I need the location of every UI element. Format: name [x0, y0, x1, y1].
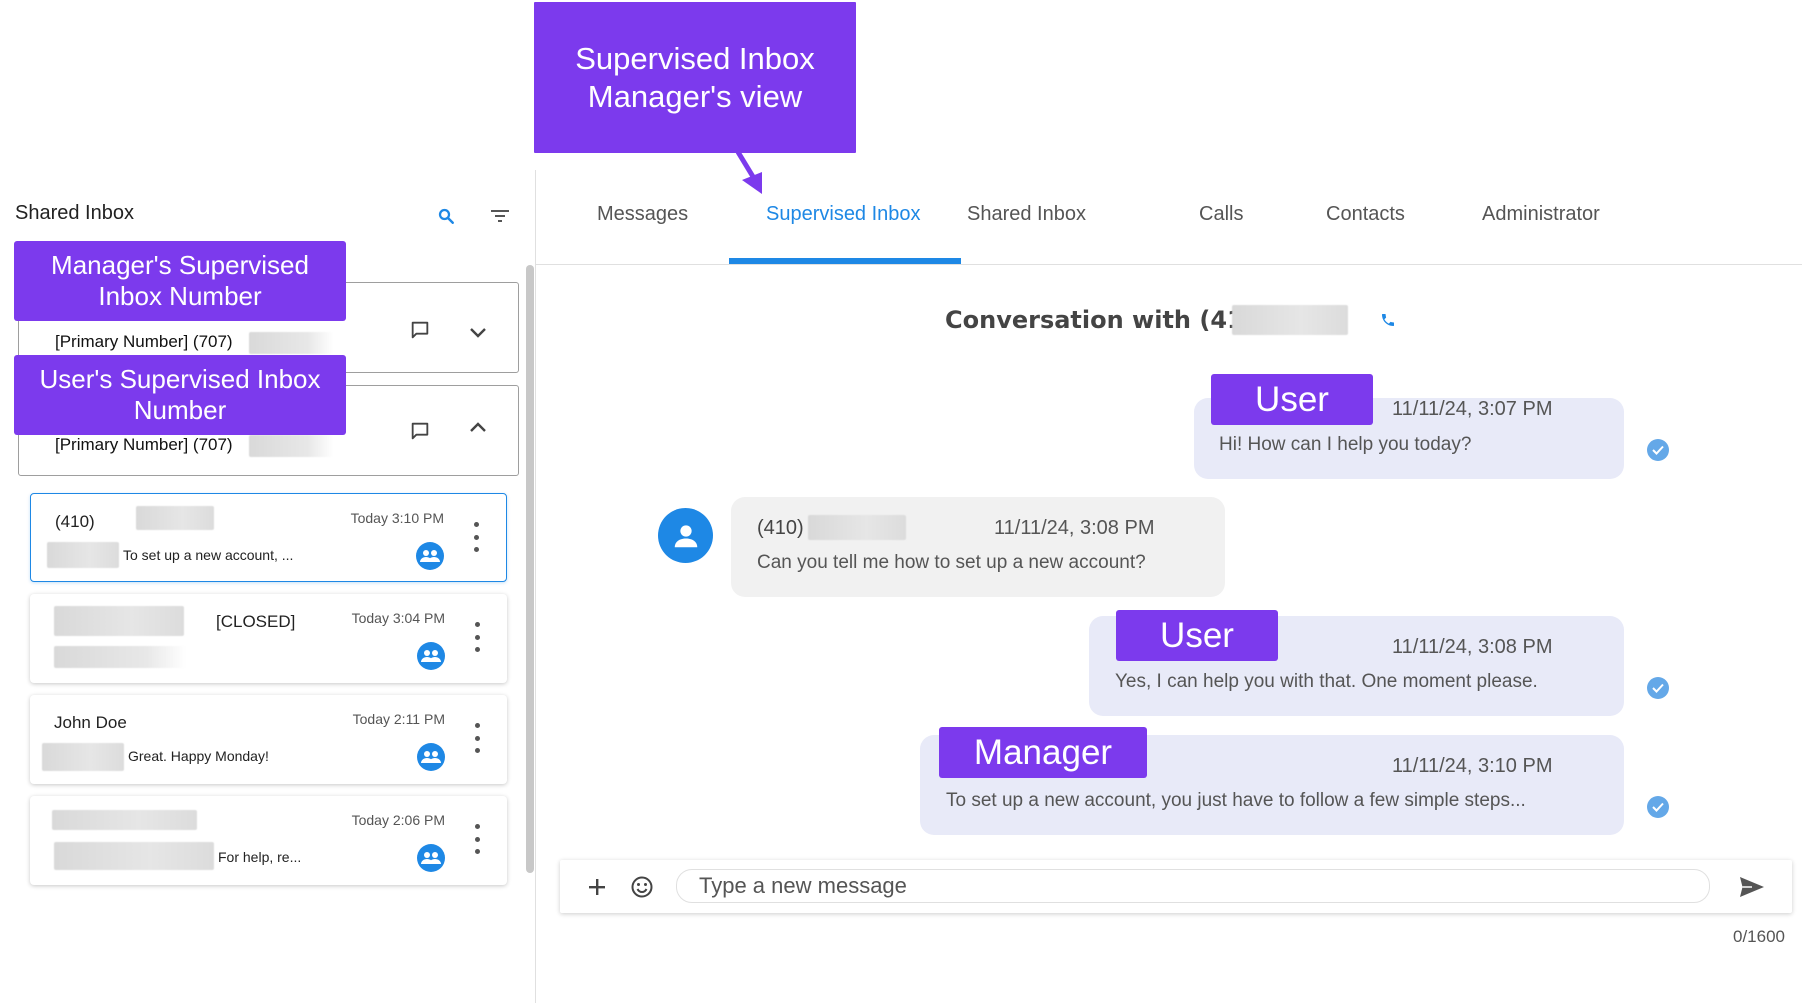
- redacted-number: [1232, 305, 1348, 335]
- conversation-card-1[interactable]: (410) Today 3:10 PM To set up a new acco…: [30, 493, 507, 582]
- send-icon[interactable]: [1737, 872, 1767, 902]
- redacted-number: [249, 332, 334, 354]
- message-time: 11/11/24, 3:08 PM: [994, 517, 1155, 539]
- conversation-title: Conversation with (410): [945, 306, 1272, 334]
- redacted-number: [136, 506, 214, 530]
- group-icon: [417, 743, 445, 771]
- more-options-icon[interactable]: [472, 522, 480, 552]
- tab-calls[interactable]: Calls: [1199, 203, 1243, 226]
- chevron-down-icon[interactable]: [465, 319, 491, 345]
- message-time: 11/11/24, 3:07 PM: [1392, 398, 1553, 420]
- conversation-name: John Doe: [54, 713, 127, 732]
- active-tab-indicator: [729, 258, 961, 264]
- conversation-card-4[interactable]: Today 2:06 PM For help, re...: [30, 796, 507, 885]
- character-counter: 0/1600: [1733, 927, 1785, 946]
- conversation-name: (410): [55, 512, 95, 531]
- conversation-preview: To set up a new account, ...: [123, 547, 294, 563]
- delivered-check-icon: [1647, 796, 1669, 818]
- annotation-manager-tag: Manager: [939, 727, 1147, 778]
- group-icon: [417, 642, 445, 670]
- contact-avatar: [658, 508, 713, 563]
- add-icon[interactable]: [584, 874, 610, 900]
- message-icon[interactable]: [407, 317, 433, 343]
- message-icon[interactable]: [407, 418, 433, 444]
- conversation-card-2[interactable]: [CLOSED] Today 3:04 PM: [30, 594, 507, 683]
- conversation-time: Today 2:11 PM: [352, 711, 445, 727]
- annotation-view-title: Supervised Inbox Manager's view: [534, 2, 856, 153]
- panel-divider: [535, 170, 536, 1003]
- redacted-number: [249, 435, 334, 457]
- conversation-preview: Great. Happy Monday!: [128, 748, 269, 764]
- message-composer: [560, 860, 1792, 913]
- redacted-preview: [54, 842, 214, 870]
- annotation-user-tag: User: [1116, 610, 1278, 661]
- chevron-up-icon[interactable]: [465, 414, 491, 440]
- annotation-manager-number: Manager's Supervised Inbox Number: [14, 241, 346, 321]
- message-input[interactable]: [676, 869, 1710, 903]
- search-icon[interactable]: [434, 204, 458, 228]
- message-text: Can you tell me how to set up a new acco…: [757, 552, 1146, 573]
- tab-messages[interactable]: Messages: [597, 203, 688, 226]
- tab-administrator[interactable]: Administrator: [1482, 203, 1600, 226]
- sidebar-scrollbar[interactable]: [526, 265, 534, 873]
- message-time: 11/11/24, 3:10 PM: [1392, 755, 1553, 777]
- message-bubble-incoming: (410) 11/11/24, 3:08 PM Can you tell me …: [731, 497, 1225, 597]
- conversation-name: [CLOSED]: [216, 612, 296, 631]
- redacted-number: [808, 515, 906, 540]
- emoji-icon[interactable]: [628, 873, 656, 901]
- conversation-card-3[interactable]: John Doe Today 2:11 PM Great. Happy Mond…: [30, 695, 507, 784]
- message-time: 11/11/24, 3:08 PM: [1392, 636, 1553, 658]
- tab-supervised-inbox[interactable]: Supervised Inbox: [766, 203, 921, 226]
- delivered-check-icon: [1647, 677, 1669, 699]
- phone-icon[interactable]: [1376, 308, 1400, 332]
- conversation-time: Today 3:04 PM: [351, 610, 445, 626]
- annotation-user-number: User's Supervised Inbox Number: [14, 355, 346, 435]
- user-number-label: [Primary Number] (707): [55, 435, 233, 454]
- sidebar-title: Shared Inbox: [15, 202, 134, 224]
- more-options-icon[interactable]: [473, 824, 481, 854]
- message-text: Yes, I can help you with that. One momen…: [1115, 671, 1538, 692]
- tab-shared-inbox[interactable]: Shared Inbox: [967, 203, 1086, 226]
- more-options-icon[interactable]: [473, 723, 481, 753]
- group-icon: [417, 844, 445, 872]
- message-text: Hi! How can I help you today?: [1219, 434, 1472, 455]
- filter-icon[interactable]: [488, 204, 512, 228]
- conversation-time: Today 3:10 PM: [350, 510, 444, 526]
- tab-contacts[interactable]: Contacts: [1326, 203, 1405, 226]
- more-options-icon[interactable]: [473, 622, 481, 652]
- conversation-preview: For help, re...: [218, 849, 302, 865]
- redacted-preview: [54, 646, 186, 668]
- annotation-user-tag: User: [1211, 374, 1373, 425]
- redacted-name: [54, 606, 184, 636]
- delivered-check-icon: [1647, 439, 1669, 461]
- annotation-arrow-icon: [735, 150, 762, 194]
- main-tabs: Messages Supervised Inbox Shared Inbox C…: [536, 170, 1802, 265]
- group-icon: [416, 542, 444, 570]
- redacted-name: [52, 810, 197, 830]
- redacted-name: [47, 542, 119, 568]
- message-text: To set up a new account, you just have t…: [946, 790, 1526, 811]
- message-sender: (410): [757, 517, 804, 539]
- conversation-time: Today 2:06 PM: [351, 812, 445, 828]
- redacted-name: [42, 743, 124, 771]
- manager-number-label: [Primary Number] (707): [55, 332, 233, 351]
